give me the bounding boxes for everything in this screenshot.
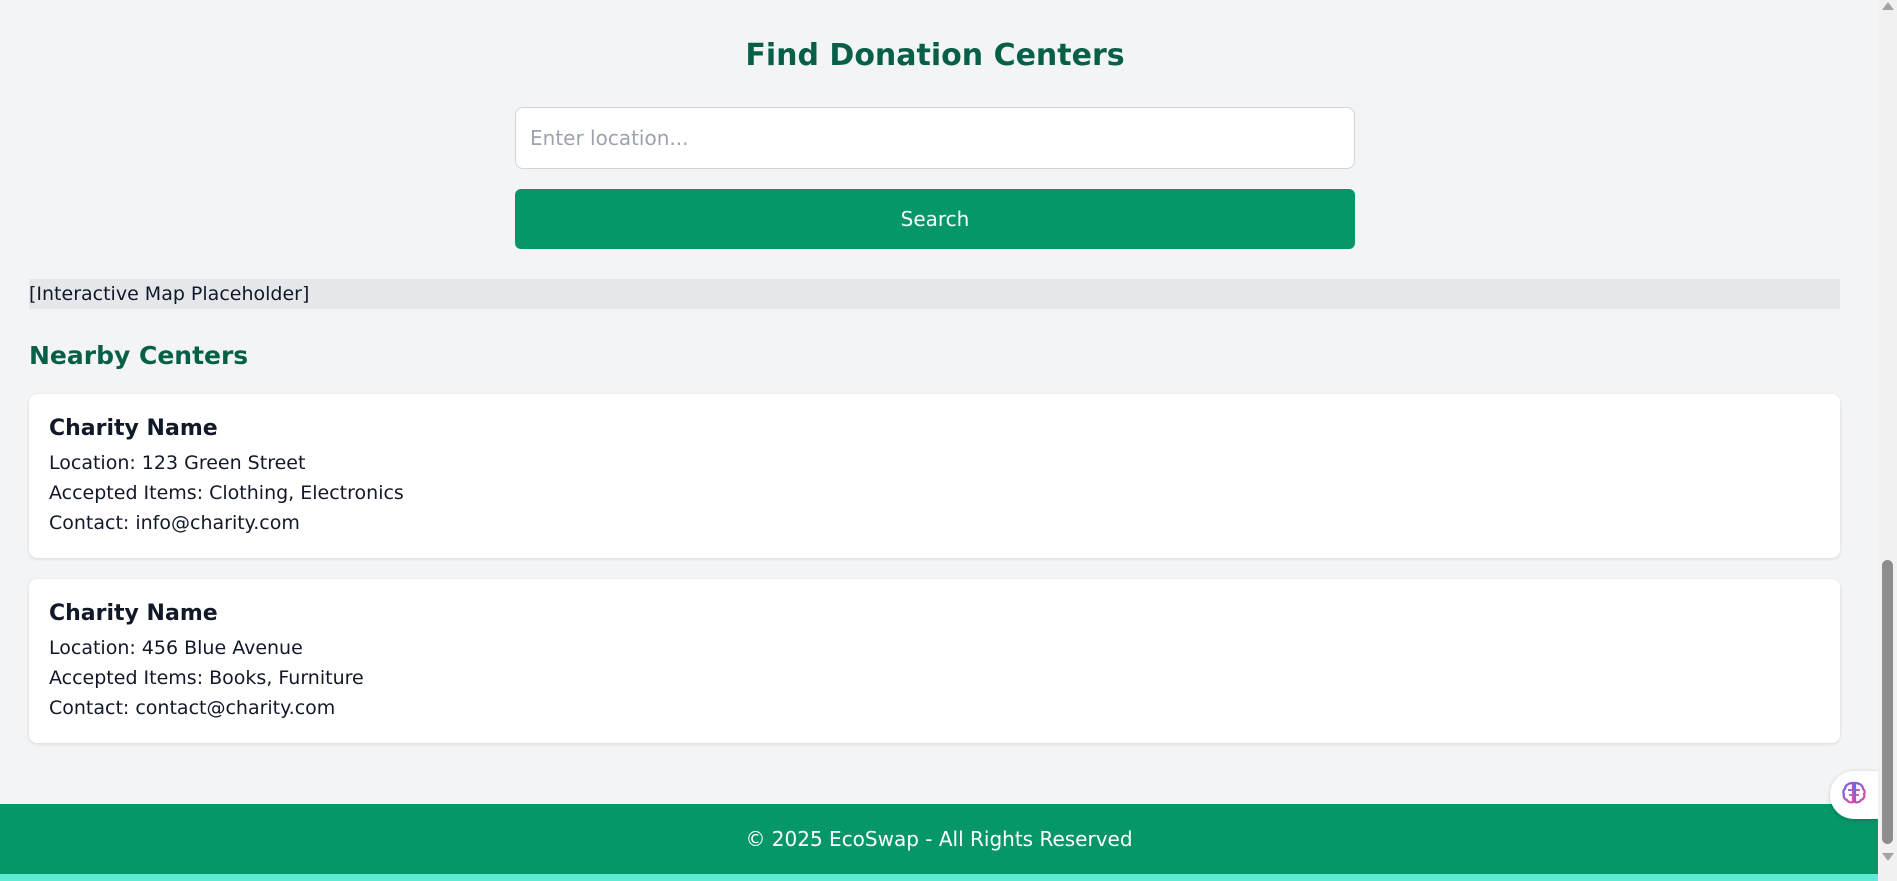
center-contact: Contact: contact@charity.com: [49, 697, 336, 719]
page-title: Find Donation Centers: [745, 38, 1125, 73]
nearby-centers-heading: Nearby Centers: [29, 341, 249, 370]
footer-accent-strip: [0, 874, 1878, 881]
page: Find Donation Centers Search [Interactiv…: [0, 0, 1897, 881]
center-location: Location: 456 Blue Avenue: [49, 637, 303, 659]
scroll-up-arrow-icon[interactable]: [1882, 2, 1894, 10]
footer: © 2025 EcoSwap - All Rights Reserved: [0, 804, 1878, 874]
center-accepted-items: Accepted Items: Books, Furniture: [49, 667, 364, 689]
search-button[interactable]: Search: [515, 189, 1355, 249]
center-contact: Contact: info@charity.com: [49, 512, 300, 534]
scroll-down-arrow-icon[interactable]: [1882, 853, 1894, 861]
center-location: Location: 123 Green Street: [49, 452, 306, 474]
map-placeholder: [Interactive Map Placeholder]: [29, 279, 1840, 309]
center-card: Charity Name Location: 123 Green Street …: [29, 394, 1840, 558]
center-name: Charity Name: [49, 416, 218, 441]
brain-icon: [1841, 780, 1867, 810]
center-accepted-items: Accepted Items: Clothing, Electronics: [49, 482, 404, 504]
main-content: Find Donation Centers Search [Interactiv…: [0, 0, 1878, 881]
location-search-input[interactable]: [515, 107, 1355, 169]
center-card: Charity Name Location: 456 Blue Avenue A…: [29, 579, 1840, 743]
vertical-scrollbar[interactable]: [1878, 0, 1897, 881]
center-name: Charity Name: [49, 601, 218, 626]
scrollbar-thumb[interactable]: [1882, 560, 1893, 844]
assistant-button[interactable]: [1830, 771, 1878, 819]
